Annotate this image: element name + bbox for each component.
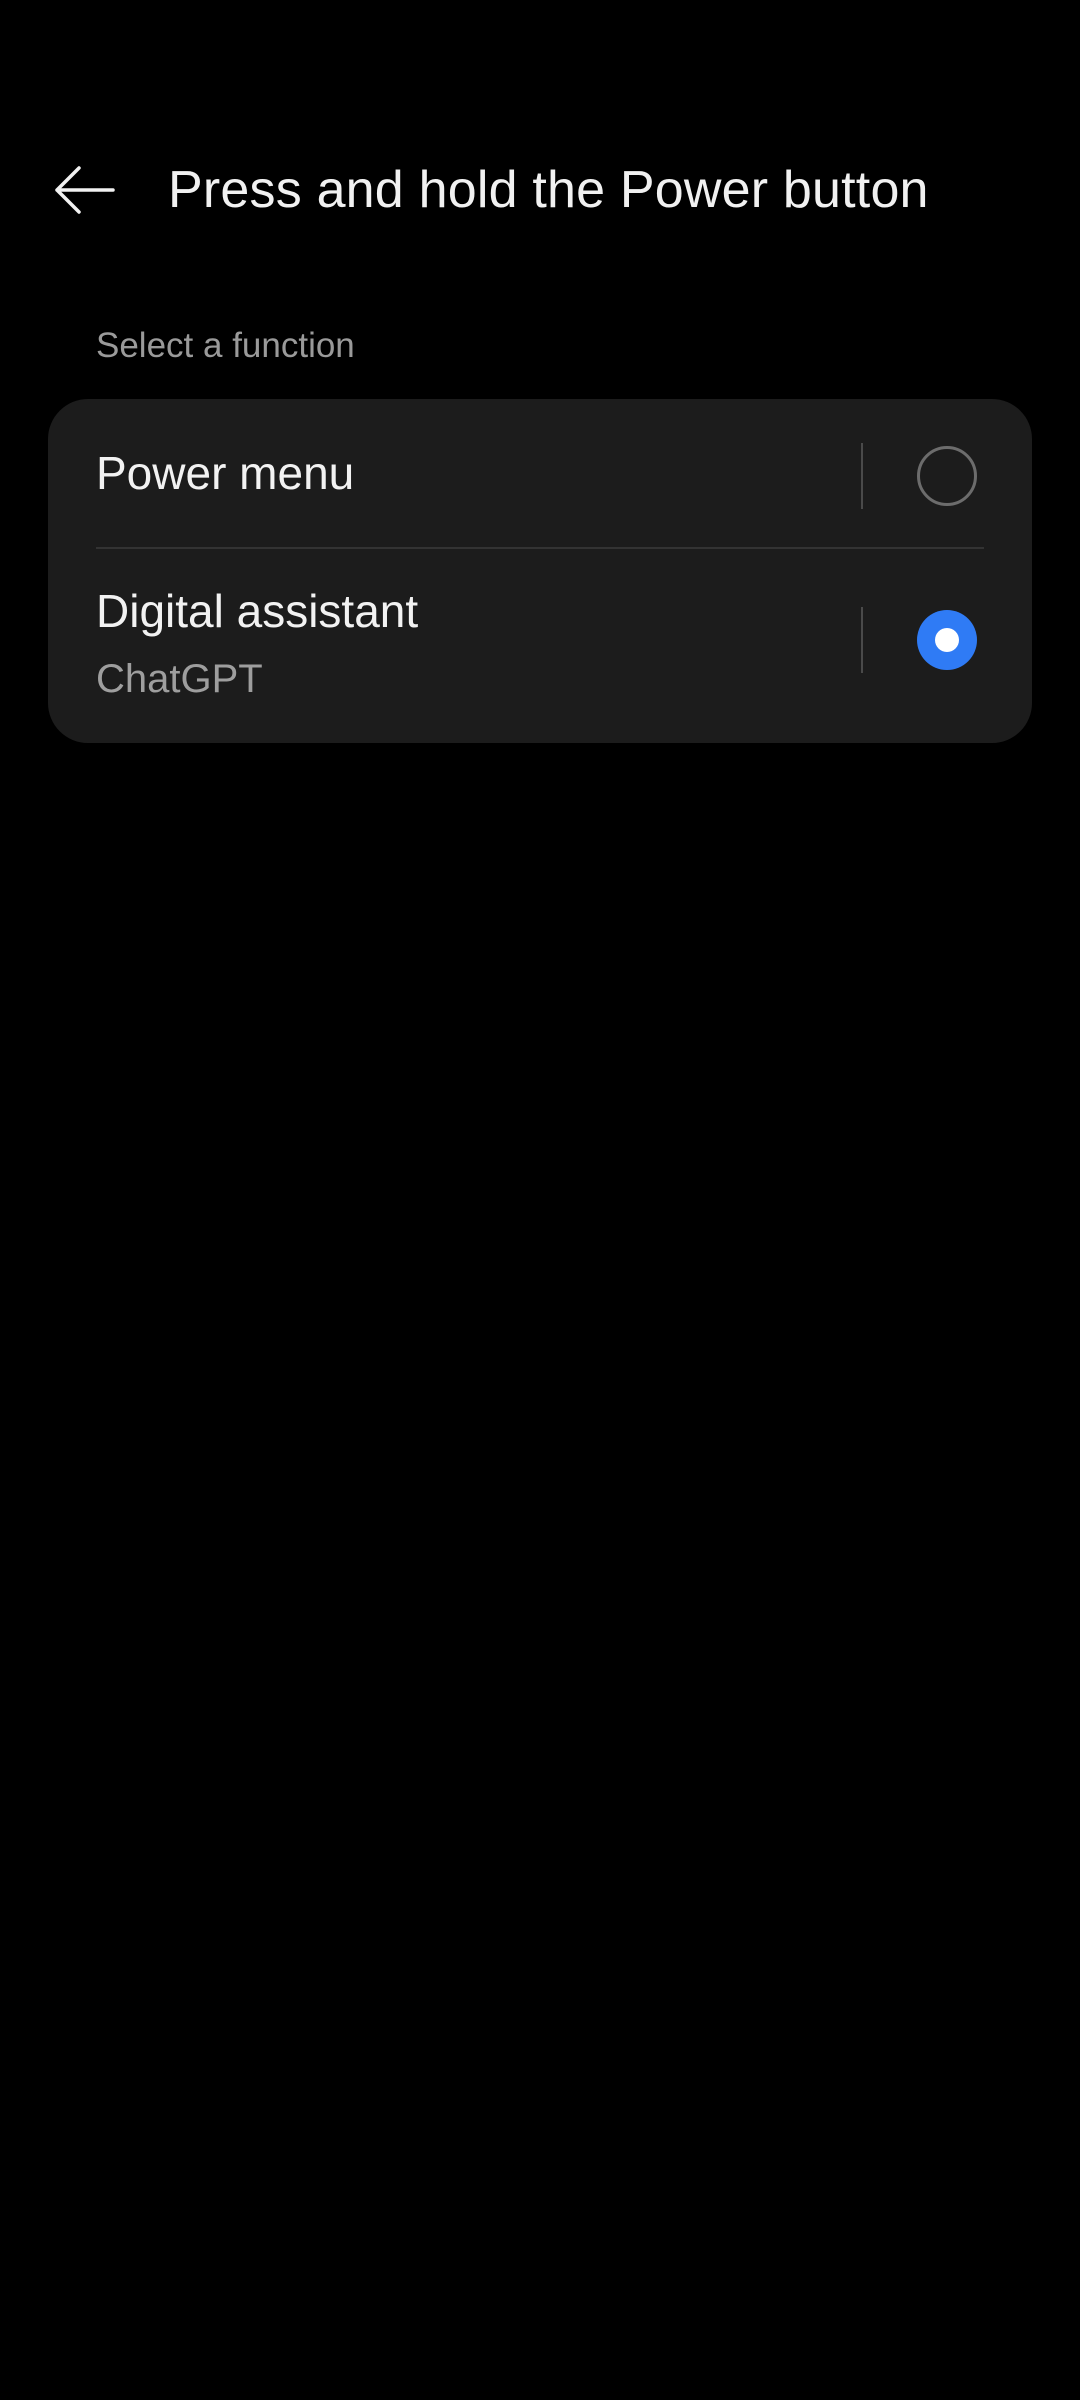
options-card: Power menu Digital assistant ChatGPT — [48, 399, 1032, 743]
digital-assistant-radio[interactable] — [917, 610, 977, 670]
option-power-menu[interactable]: Power menu — [48, 399, 1032, 549]
section-label: Select a function — [96, 326, 355, 365]
option-title: Digital assistant — [96, 585, 419, 637]
option-subtitle: ChatGPT — [96, 657, 263, 701]
app-bar: Press and hold the Power button — [0, 130, 1080, 250]
vertical-divider — [861, 443, 863, 509]
radio-selected-dot — [935, 628, 959, 652]
power-menu-radio[interactable] — [917, 446, 977, 506]
page-title: Press and hold the Power button — [168, 161, 929, 219]
vertical-divider[interactable] — [861, 607, 863, 673]
back-button[interactable] — [38, 154, 130, 226]
option-title: Power menu — [96, 447, 355, 499]
option-digital-assistant[interactable]: Digital assistant ChatGPT — [48, 549, 1032, 743]
arrow-left-icon — [55, 166, 115, 214]
